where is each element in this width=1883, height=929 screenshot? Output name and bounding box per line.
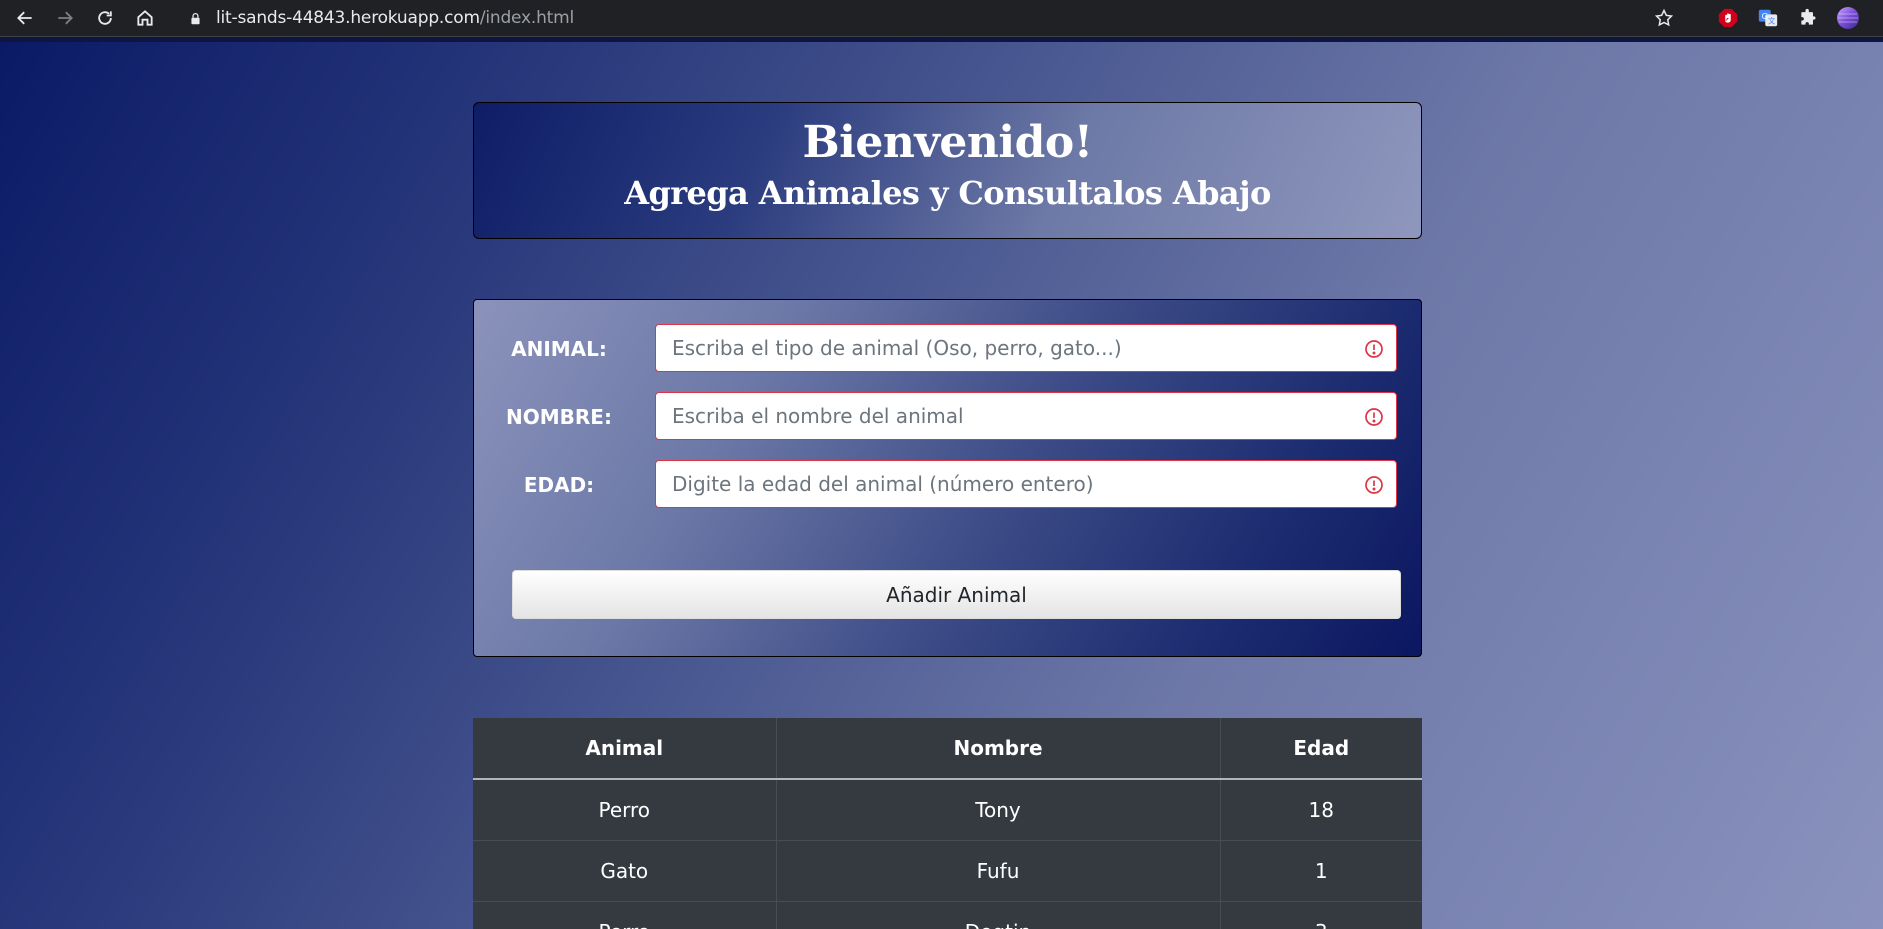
cell-edad: 3 (1220, 900, 1422, 929)
translate-extension-icon[interactable]: G文 (1756, 6, 1780, 30)
browser-toolbar: lit-sands-44843.herokuapp.com/index.html… (0, 0, 1883, 36)
adblock-extension-icon[interactable] (1716, 6, 1740, 30)
cell-nombre: Dogtin (776, 900, 1221, 929)
cell-animal: Perro (473, 900, 777, 929)
error-alert-icon (1364, 475, 1384, 495)
error-alert-icon (1364, 407, 1384, 427)
svg-text:文: 文 (1768, 17, 1776, 26)
column-header-edad: Edad (1220, 718, 1422, 780)
animals-table-container: Animal Nombre Edad Perro Tony 18 Gato Fu… (473, 718, 1422, 929)
age-field-row: EDAD: (474, 460, 1423, 508)
reload-icon[interactable] (90, 3, 120, 33)
page-title: Bienvenido! (802, 117, 1093, 168)
page-subtitle: Agrega Animales y Consultalos Abajo (624, 174, 1271, 212)
address-bar[interactable]: lit-sands-44843.herokuapp.com/index.html (175, 3, 1690, 33)
age-field-wrapper (655, 460, 1397, 508)
table-row: Gato Fufu 1 (473, 839, 1422, 901)
cell-animal: Perro (473, 778, 777, 840)
name-field-row: NOMBRE: (474, 392, 1423, 440)
cell-edad: 18 (1220, 778, 1422, 840)
column-header-nombre: Nombre (776, 718, 1221, 780)
back-icon[interactable] (10, 3, 40, 33)
animal-field-row: ANIMAL: (474, 324, 1423, 372)
url-text[interactable]: lit-sands-44843.herokuapp.com/index.html (216, 8, 574, 28)
name-field-wrapper (655, 392, 1397, 440)
url-path: /index.html (479, 8, 574, 28)
welcome-header: Bienvenido! Agrega Animales y Consultalo… (473, 102, 1422, 239)
page-body: Bienvenido! Agrega Animales y Consultalo… (0, 42, 1883, 929)
animals-table: Animal Nombre Edad Perro Tony 18 Gato Fu… (473, 718, 1422, 929)
svg-text:G: G (1762, 11, 1768, 21)
error-alert-icon (1364, 339, 1384, 359)
cell-edad: 1 (1220, 839, 1422, 901)
name-input[interactable] (656, 393, 1396, 439)
table-row: Perro Tony 18 (473, 778, 1422, 840)
table-row: Perro Dogtin 3 (473, 900, 1422, 929)
cell-nombre: Tony (776, 778, 1221, 840)
profile-avatar-icon[interactable] (1836, 6, 1860, 30)
animal-field-wrapper (655, 324, 1397, 372)
extensions-puzzle-icon[interactable] (1796, 6, 1820, 30)
bookmark-star-icon[interactable] (1654, 8, 1674, 28)
age-input[interactable] (656, 461, 1396, 507)
animal-label: ANIMAL: (511, 337, 607, 361)
cell-animal: Gato (473, 839, 777, 901)
animal-input[interactable] (656, 325, 1396, 371)
forward-icon[interactable] (50, 3, 80, 33)
url-domain: lit-sands-44843.herokuapp.com (216, 8, 480, 28)
add-animal-form: ANIMAL: NOMBRE: EDAD: (473, 299, 1422, 657)
table-header-row: Animal Nombre Edad (473, 718, 1422, 780)
age-label: EDAD: (523, 473, 595, 497)
cell-nombre: Fufu (776, 839, 1221, 901)
home-icon[interactable] (130, 3, 160, 33)
column-header-animal: Animal (473, 718, 777, 780)
add-animal-button[interactable]: Añadir Animal (512, 570, 1401, 619)
name-label: NOMBRE: (506, 405, 612, 429)
lock-icon[interactable] (188, 11, 202, 25)
